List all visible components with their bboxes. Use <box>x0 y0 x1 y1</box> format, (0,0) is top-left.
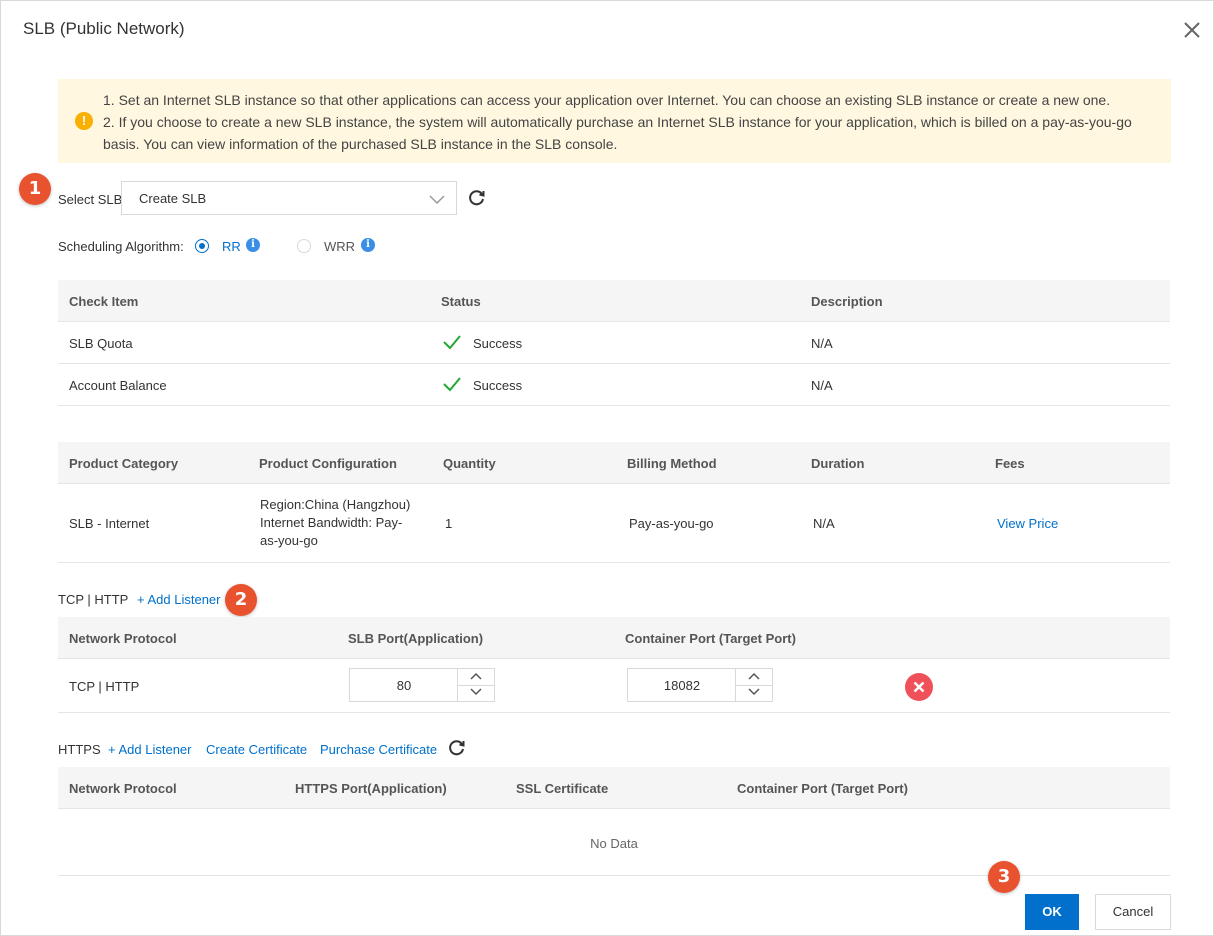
table-row: Account Balance Success N/A <box>58 364 1170 406</box>
container-port-value[interactable]: 18082 <box>628 678 736 693</box>
check-item-cell: Account Balance <box>69 378 167 393</box>
notice-line-2: 2. If you choose to create a new SLB ins… <box>103 114 1132 152</box>
view-price-link[interactable]: View Price <box>997 516 1058 531</box>
close-icon[interactable] <box>1181 19 1203 41</box>
col-billing-method: Billing Method <box>627 456 717 471</box>
status-cell: Success <box>473 378 523 393</box>
info-icon[interactable]: i <box>361 238 375 252</box>
configuration-cell: Region:China (Hangzhou) Internet Bandwid… <box>260 496 410 550</box>
table-row: TCP | HTTP 80 18082 <box>58 659 1170 713</box>
col-container-port: Container Port (Target Port) <box>625 631 796 646</box>
col-slb-port: SLB Port(Application) <box>348 631 484 646</box>
check-item-cell: SLB Quota <box>69 336 133 351</box>
tcp-table: Network Protocol SLB Port(Application) C… <box>58 617 1170 714</box>
notice-banner: ! 1. Set an Internet SLB instance so tha… <box>58 79 1171 163</box>
col-https-port: HTTPS Port(Application) <box>295 781 447 796</box>
col-fees: Fees <box>995 456 1025 471</box>
delete-listener-icon[interactable] <box>905 673 933 701</box>
chevron-down-icon <box>428 192 446 206</box>
tcp-section-label: TCP | HTTP <box>58 592 129 607</box>
warning-icon: ! <box>75 112 93 130</box>
col-ssl-certificate: SSL Certificate <box>516 781 609 796</box>
col-quantity: Quantity <box>443 456 496 471</box>
step-badge-3: 3 <box>988 861 1020 893</box>
table-row: SLB - Internet Region:China (Hangzhou) I… <box>58 484 1170 563</box>
container-port-stepper[interactable]: 18082 <box>627 668 773 702</box>
col-status: Status <box>441 294 481 309</box>
radio-rr[interactable] <box>195 239 209 253</box>
col-network-protocol: Network Protocol <box>69 631 177 646</box>
chevron-up-icon[interactable] <box>458 669 494 686</box>
col-network-protocol: Network Protocol <box>69 781 177 796</box>
refresh-certificates-icon[interactable] <box>447 738 467 758</box>
check-table: Check Item Status Description SLB Quota … <box>58 280 1170 406</box>
checkmark-icon <box>442 376 462 392</box>
https-add-listener-link[interactable]: + Add Listener <box>108 742 191 757</box>
table-header: Product Category Product Configuration Q… <box>58 442 1170 484</box>
select-slb-label: Select SLB: <box>58 192 126 207</box>
config-region: Region:China (Hangzhou) <box>260 497 411 512</box>
refresh-slb-icon[interactable] <box>467 188 487 208</box>
step-badge-2: 2 <box>225 584 257 616</box>
chevron-down-icon[interactable] <box>458 685 494 701</box>
col-description: Description <box>811 294 883 309</box>
purchase-certificate-link[interactable]: Purchase Certificate <box>320 742 437 757</box>
slb-port-stepper[interactable]: 80 <box>349 668 495 702</box>
product-table: Product Category Product Configuration Q… <box>58 442 1170 564</box>
protocol-cell: TCP | HTTP <box>69 679 140 694</box>
radio-rr-label[interactable]: RR <box>222 239 241 254</box>
status-cell: Success <box>473 336 523 351</box>
ok-button[interactable]: OK <box>1025 894 1079 930</box>
config-bandwidth: Internet Bandwidth: Pay- <box>260 515 403 530</box>
https-section-label: HTTPS <box>58 742 101 757</box>
slb-port-value[interactable]: 80 <box>350 678 458 693</box>
config-bandwidth-cont: as-you-go <box>260 533 318 548</box>
chevron-down-icon[interactable] <box>736 685 772 701</box>
cancel-button[interactable]: Cancel <box>1095 894 1171 930</box>
quantity-cell: 1 <box>445 516 453 531</box>
table-header: Check Item Status Description <box>58 280 1170 322</box>
slb-select-value: Create SLB <box>139 191 207 206</box>
table-row: SLB Quota Success N/A <box>58 322 1170 364</box>
info-icon[interactable]: i <box>246 238 260 252</box>
notice-line-1: 1. Set an Internet SLB instance so that … <box>103 92 1111 108</box>
radio-wrr-label[interactable]: WRR <box>324 239 355 254</box>
no-data-text: No Data <box>590 836 638 851</box>
tcp-add-listener-link[interactable]: + Add Listener <box>137 592 220 607</box>
duration-cell: N/A <box>813 516 835 531</box>
col-product-configuration: Product Configuration <box>259 456 397 471</box>
col-duration: Duration <box>811 456 865 471</box>
scheduling-label: Scheduling Algorithm: <box>58 239 184 254</box>
col-product-category: Product Category <box>69 456 179 471</box>
billing-cell: Pay-as-you-go <box>629 516 714 531</box>
chevron-up-icon[interactable] <box>736 669 772 686</box>
category-cell: SLB - Internet <box>69 516 150 531</box>
step-badge-1: 1 <box>19 173 51 205</box>
checkmark-icon <box>442 334 462 350</box>
col-check-item: Check Item <box>69 294 139 309</box>
col-container-port: Container Port (Target Port) <box>737 781 908 796</box>
table-header: Network Protocol HTTPS Port(Application)… <box>58 767 1170 809</box>
slb-dialog: SLB (Public Network) ! 1. Set an Interne… <box>0 0 1214 936</box>
create-certificate-link[interactable]: Create Certificate <box>206 742 307 757</box>
description-cell: N/A <box>811 378 833 393</box>
description-cell: N/A <box>811 336 833 351</box>
table-header: Network Protocol SLB Port(Application) C… <box>58 617 1170 659</box>
radio-wrr[interactable] <box>297 239 311 253</box>
dialog-title: SLB (Public Network) <box>23 19 185 38</box>
slb-select[interactable]: Create SLB <box>121 181 457 215</box>
